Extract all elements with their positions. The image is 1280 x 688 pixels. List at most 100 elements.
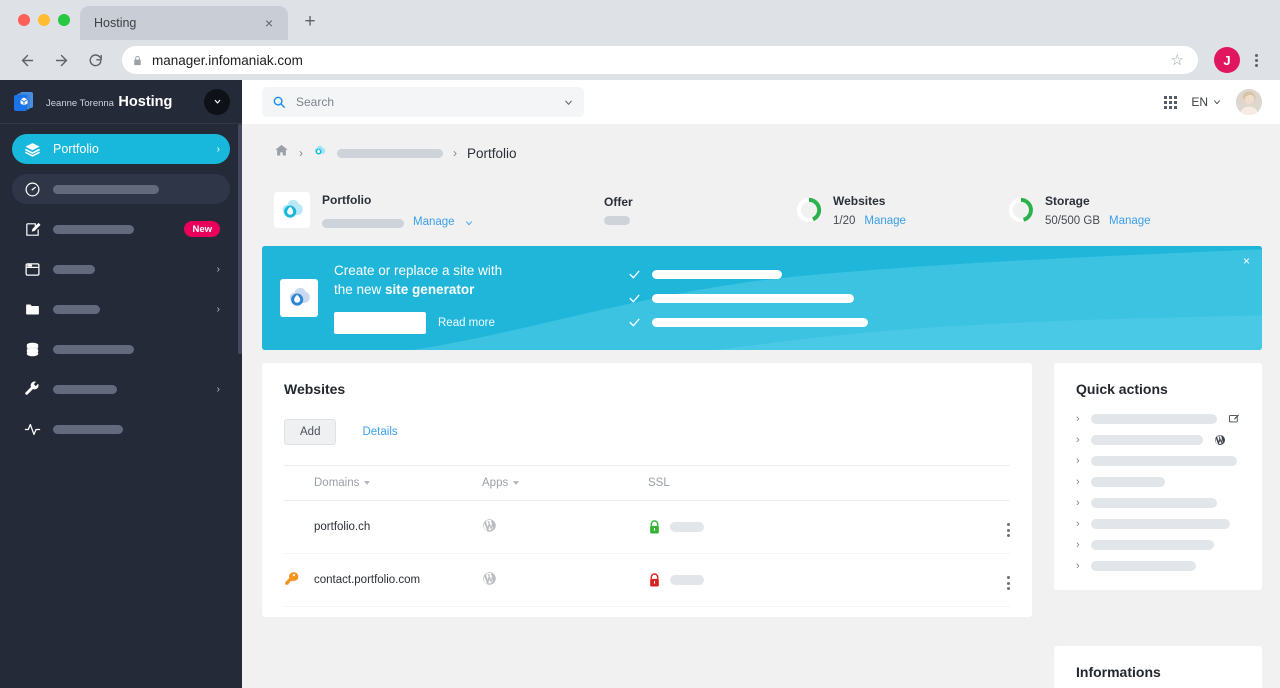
gauge-icon xyxy=(24,181,41,198)
banner-headline-line2-bold: site generator xyxy=(385,281,475,297)
wordpress-icon xyxy=(483,519,496,532)
sidebar-nav: Portfolio › New › › › xyxy=(0,124,242,444)
avatar[interactable] xyxy=(1236,89,1262,115)
sidebar-item-statistics[interactable] xyxy=(12,414,230,444)
quick-actions-card: Quick actions › › › › › › › › xyxy=(1054,363,1262,590)
sidebar-item-files[interactable]: › xyxy=(12,294,230,324)
stat-websites-lines: Websites 1/20 Manage xyxy=(833,191,906,229)
cloud-drop-icon xyxy=(280,279,318,317)
chevron-right-icon: › xyxy=(1076,433,1080,446)
chevron-down-icon[interactable] xyxy=(204,88,230,115)
quick-action-item[interactable]: › xyxy=(1076,455,1240,467)
chevron-right-icon: › xyxy=(1076,475,1080,488)
table-row[interactable]: contact.portfolio.com xyxy=(284,553,1010,607)
stat-storage: Storage 50/500 GB Manage xyxy=(1008,191,1220,229)
chevron-right-icon: › xyxy=(216,303,220,315)
ssl-status xyxy=(648,572,976,588)
reload-icon[interactable] xyxy=(80,45,110,75)
informations-card: Informations + 1/3 xyxy=(1054,646,1262,688)
chevron-down-icon xyxy=(565,100,572,105)
close-window-button[interactable] xyxy=(18,14,30,26)
search-input[interactable]: Search xyxy=(262,87,584,117)
banner-cta-row: Read more xyxy=(334,311,604,334)
banner-content: Create or replace a site with the new si… xyxy=(262,262,1262,334)
sidebar-item-sites[interactable]: › xyxy=(12,254,230,284)
sort-caret-icon xyxy=(364,480,371,485)
stat-offer-title: Offer xyxy=(604,195,633,209)
breadcrumb-current: Portfolio xyxy=(467,145,517,161)
quick-action-item[interactable]: › xyxy=(1076,434,1240,446)
portfolio-manage-link[interactable]: Manage xyxy=(413,216,455,230)
close-icon[interactable]: × xyxy=(1243,255,1250,267)
th-actions xyxy=(976,465,1010,501)
back-arrow-icon[interactable] xyxy=(12,45,42,75)
stat-websites-sub: 1/20 Manage xyxy=(833,215,906,229)
quick-action-skeleton xyxy=(1090,519,1230,529)
row-key-cell xyxy=(284,500,314,554)
quick-action-skeleton xyxy=(1090,477,1165,487)
search-icon xyxy=(273,96,285,108)
cube-logo-icon xyxy=(12,90,36,114)
table-row[interactable]: portfolio.ch xyxy=(284,500,1010,554)
star-icon[interactable]: ☆ xyxy=(1171,51,1188,69)
chevron-right-icon: › xyxy=(1076,496,1080,509)
browser-chrome: Hosting × + manager.infomaniak.com ☆ J xyxy=(0,0,1280,80)
th-key xyxy=(284,465,314,501)
kebab-menu-icon[interactable] xyxy=(1007,576,1010,590)
content-columns: Websites Add Details Domains Apps SSL po… xyxy=(262,363,1262,688)
add-website-button[interactable]: Add xyxy=(284,419,337,445)
url-text: manager.infomaniak.com xyxy=(152,52,303,68)
close-tab-icon[interactable]: × xyxy=(260,14,278,32)
banner-headline-line2-prefix: the new xyxy=(334,281,386,297)
quick-action-item[interactable]: › xyxy=(1076,476,1240,488)
chevron-right-icon: › xyxy=(1076,517,1080,530)
quick-action-item[interactable]: › xyxy=(1076,539,1240,551)
quick-action-item[interactable]: › xyxy=(1076,497,1240,509)
banner-primary-button[interactable] xyxy=(334,311,426,334)
browser-tab[interactable]: Hosting × xyxy=(80,6,288,40)
stat-portfolio-sub: Manage xyxy=(322,216,474,230)
storage-manage-link[interactable]: Manage xyxy=(1109,215,1151,229)
check-icon xyxy=(629,318,640,326)
sidebar-scrollbar[interactable] xyxy=(238,124,242,354)
sidebar-item-tools[interactable]: › xyxy=(12,374,230,404)
sidebar-item-editor[interactable]: New xyxy=(12,214,230,244)
quick-actions-list: › › › › › › › › xyxy=(1076,413,1240,572)
sidebar-item-dashboard[interactable] xyxy=(12,174,230,204)
websites-card-title: Websites xyxy=(284,381,346,397)
browser-toolbar: manager.infomaniak.com ☆ J xyxy=(0,40,1280,80)
banner-feature-item xyxy=(628,292,868,305)
browser-profile-avatar[interactable]: J xyxy=(1214,47,1240,73)
sidebar-header[interactable]: Jeanne Torenna Hosting xyxy=(0,80,242,124)
sidebar-app-name: Hosting xyxy=(118,93,173,110)
minimize-window-button[interactable] xyxy=(38,14,50,26)
th-apps[interactable]: Apps xyxy=(482,465,648,501)
language-selector[interactable]: EN xyxy=(1191,95,1222,109)
sidebar-item-skeleton xyxy=(53,424,123,434)
kebab-menu-icon[interactable] xyxy=(1007,523,1010,537)
search-placeholder: Search xyxy=(296,95,335,109)
row-actions-cell[interactable] xyxy=(976,500,1010,554)
address-bar[interactable]: manager.infomaniak.com ☆ xyxy=(122,46,1198,74)
apps-grid-icon[interactable] xyxy=(1164,95,1178,109)
th-domains[interactable]: Domains xyxy=(314,465,482,501)
browser-menu-icon[interactable] xyxy=(1244,47,1268,73)
websites-actions: Add Details xyxy=(284,419,1010,445)
forward-arrow-icon[interactable] xyxy=(46,45,76,75)
websites-manage-link[interactable]: Manage xyxy=(864,215,906,229)
websites-details-link[interactable]: Details xyxy=(362,426,397,438)
lock-closed-icon xyxy=(650,572,659,586)
sidebar-item-portfolio[interactable]: Portfolio › xyxy=(12,134,230,164)
banner-headline-line1: Create or replace a site with xyxy=(334,263,503,279)
sidebar-new-badge: New xyxy=(184,221,220,237)
sidebar-item-databases[interactable] xyxy=(12,334,230,364)
new-tab-button[interactable]: + xyxy=(296,8,324,36)
maximize-window-button[interactable] xyxy=(58,14,70,26)
quick-action-item[interactable]: › xyxy=(1076,413,1240,425)
cloud-drop-icon[interactable] xyxy=(313,144,327,163)
banner-read-more-link[interactable]: Read more xyxy=(438,317,495,329)
quick-action-item[interactable]: › xyxy=(1076,560,1240,572)
quick-action-item[interactable]: › xyxy=(1076,518,1240,530)
row-actions-cell[interactable] xyxy=(976,553,1010,607)
home-icon[interactable] xyxy=(274,143,289,163)
